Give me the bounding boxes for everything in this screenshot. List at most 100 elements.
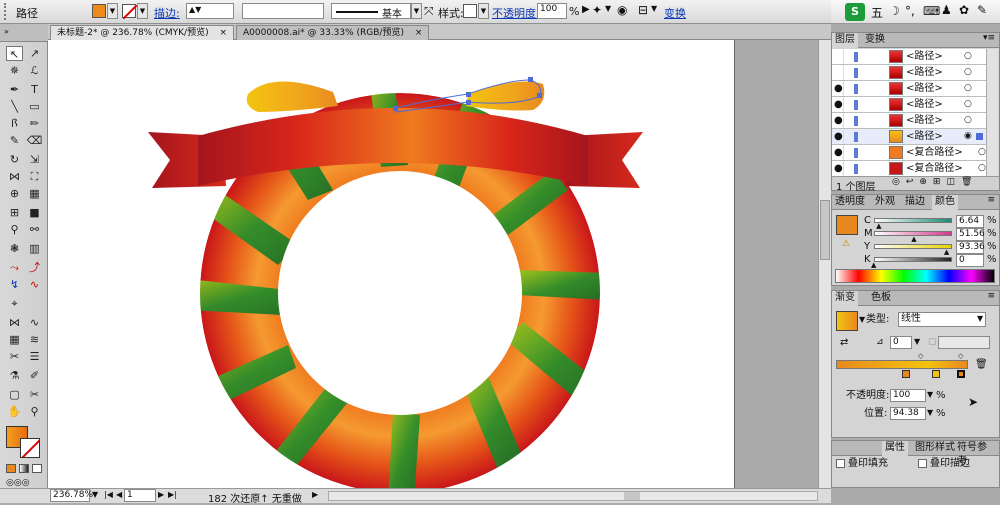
midpoint-diamond[interactable]: ◇	[918, 352, 923, 360]
rectangle-tool-icon[interactable]: ▭	[26, 99, 43, 114]
midpoint-diamond[interactable]: ◇	[958, 352, 963, 360]
list-tool-icon[interactable]: ☰	[26, 349, 43, 364]
vertical-scrollbar[interactable]	[818, 40, 831, 488]
target-circle-icon[interactable]: ○	[978, 145, 986, 160]
target-circle-icon[interactable]: ○	[964, 49, 972, 64]
channel-value-y[interactable]: 93.36	[956, 241, 985, 254]
crop-tool-icon[interactable]: ▢	[6, 387, 23, 402]
zoom-dropdown-icon[interactable]: ▼	[92, 490, 98, 499]
slider-thumb[interactable]: ▲	[871, 261, 876, 269]
visibility-eye-icon[interactable]: ●	[834, 161, 844, 176]
fill-color-preview[interactable]	[836, 215, 858, 235]
color-spectrum[interactable]	[835, 269, 995, 283]
wrinkle-tool-icon[interactable]: ≋	[26, 332, 43, 347]
direct-selection-tool-icon[interactable]: ↗	[26, 46, 43, 61]
position-dropdown-icon[interactable]: ▼	[927, 408, 933, 417]
list-item[interactable]: <路径> ○	[832, 65, 986, 81]
tab-graphic-styles[interactable]: 图形样式	[912, 441, 958, 456]
blob-brush-tool-icon[interactable]: ✎	[6, 133, 23, 148]
ime-mode-label[interactable]: 五	[871, 4, 883, 21]
next-artboard-icon[interactable]: ▶	[158, 490, 164, 499]
ime-logo-icon[interactable]: S	[845, 3, 865, 21]
stop-opacity-field[interactable]: 100	[890, 389, 926, 402]
recolor-dropdown-icon[interactable]: ▼	[605, 4, 611, 13]
variable-width-field[interactable]	[242, 3, 324, 19]
tab-symbols[interactable]: 符号参考	[954, 441, 999, 467]
visibility-eye-icon[interactable]: ●	[834, 145, 844, 160]
slice-tool-icon[interactable]: ⋈	[6, 315, 23, 330]
visibility-toggle[interactable]	[834, 65, 844, 80]
target-circle-icon[interactable]: ○	[964, 81, 972, 96]
target-circle-icon[interactable]: ○	[964, 113, 972, 128]
panel-menu-icon[interactable]: ≡	[987, 195, 995, 205]
layer-name[interactable]: <复合路径>	[906, 161, 963, 176]
gradient-stop[interactable]	[902, 370, 910, 378]
rotate-tool-icon[interactable]: ↻	[6, 152, 23, 167]
mesh-tool-icon[interactable]: ⊞	[6, 205, 23, 220]
style-dropdown-icon[interactable]: ▼	[478, 3, 489, 19]
layer-name[interactable]: <复合路径>	[906, 145, 963, 160]
channel-value-c[interactable]: 6.64	[956, 215, 984, 228]
bow-loop-right[interactable]	[466, 81, 545, 111]
stop-position-field[interactable]: 94.38	[890, 407, 926, 420]
reverse-gradient-icon[interactable]: ⇄	[840, 337, 848, 348]
scissors-tool-icon[interactable]: ✂	[6, 349, 23, 364]
channel-slider-k[interactable]	[874, 257, 952, 262]
panel-menu-icon[interactable]: ▾≡	[983, 33, 995, 43]
artboard-number-field[interactable]: 1	[124, 489, 156, 502]
scroll-thumb[interactable]	[820, 200, 830, 260]
tab-gradient[interactable]: 渐变	[832, 291, 858, 306]
zoom-tool-icon[interactable]: ⚲	[26, 404, 43, 419]
tab-transparency[interactable]: 透明度	[832, 195, 868, 210]
layer-name[interactable]: <路径>	[906, 129, 943, 144]
bow-loop-left[interactable]	[246, 81, 338, 112]
fill-dropdown-icon[interactable]: ▼	[107, 3, 118, 19]
type-tool-icon[interactable]: T	[26, 82, 43, 97]
artboard[interactable]	[48, 40, 734, 500]
angle-dropdown-icon[interactable]: ▼	[914, 337, 920, 346]
tab-attributes[interactable]: 属性	[882, 441, 908, 456]
eyedropper-measure-icon[interactable]: ⚗	[6, 368, 23, 383]
align-dropdown-icon[interactable]: ▼	[651, 4, 657, 13]
layer-name[interactable]: <路径>	[906, 81, 943, 96]
status-menu-icon[interactable]: ▶	[312, 490, 318, 499]
tab-document-1[interactable]: 未标题-2* @ 236.78% (CMYK/预览) ×	[50, 25, 235, 40]
gradient-tool-icon[interactable]: ■	[26, 205, 43, 220]
tab-transform[interactable]: 变换	[862, 33, 888, 48]
selection-indicator[interactable]	[976, 133, 983, 140]
list-item[interactable]: ● <复合路径> ○	[832, 161, 986, 177]
none-mode-button[interactable]	[32, 464, 42, 473]
stroke-color-box[interactable]	[20, 438, 40, 458]
wreath-artwork[interactable]	[48, 40, 734, 500]
layer-name[interactable]: <路径>	[906, 97, 943, 112]
opacity-arrow-icon[interactable]: ▶	[582, 4, 590, 15]
layers-scrollbar[interactable]	[986, 49, 998, 177]
tools-panel-header[interactable]: »	[0, 24, 48, 42]
list-item[interactable]: ● <路径> ○	[832, 81, 986, 97]
knife-tool-icon[interactable]: ✂	[26, 387, 43, 402]
magic-wand-tool-icon[interactable]: ✵	[6, 63, 23, 78]
gradient-type-select[interactable]: 线性	[898, 312, 986, 327]
tab-document-2[interactable]: A0000008.ai* @ 33.33% (RGB/预览) ×	[236, 25, 430, 40]
slider-thumb[interactable]: ▲	[911, 235, 916, 243]
stroke-weight-field[interactable]: ▲▼	[186, 3, 234, 19]
gradient-preview[interactable]	[836, 311, 858, 331]
lasso-tool-icon[interactable]: ℒ	[26, 63, 43, 78]
panel-menu-icon[interactable]: ≡	[987, 291, 995, 301]
fill-swatch[interactable]	[92, 4, 106, 18]
brush-dropdown-icon[interactable]: ▼	[411, 3, 422, 19]
list-item-selected[interactable]: ● <路径> ◉	[832, 129, 986, 145]
list-item[interactable]: ● <路径> ○	[832, 113, 986, 129]
layer-name[interactable]: <路径>	[906, 113, 943, 128]
pencil-tool-icon[interactable]: ✏	[26, 116, 43, 131]
visibility-eye-icon[interactable]: ●	[834, 81, 844, 96]
close-icon[interactable]: ×	[219, 28, 227, 38]
blend-tool-icon[interactable]: ⚯	[26, 222, 43, 237]
horizontal-scrollbar[interactable]	[328, 491, 818, 501]
stroke-link[interactable]: 描边:	[154, 5, 180, 21]
delete-stop-icon[interactable]: 🗑	[975, 359, 988, 370]
scale-tool-icon[interactable]: ⇲	[26, 152, 43, 167]
tab-appearance[interactable]: 外观	[872, 195, 898, 210]
selection-tool-icon[interactable]: ↖	[6, 46, 23, 61]
tweak-tool-icon[interactable]: ↯	[6, 277, 23, 292]
